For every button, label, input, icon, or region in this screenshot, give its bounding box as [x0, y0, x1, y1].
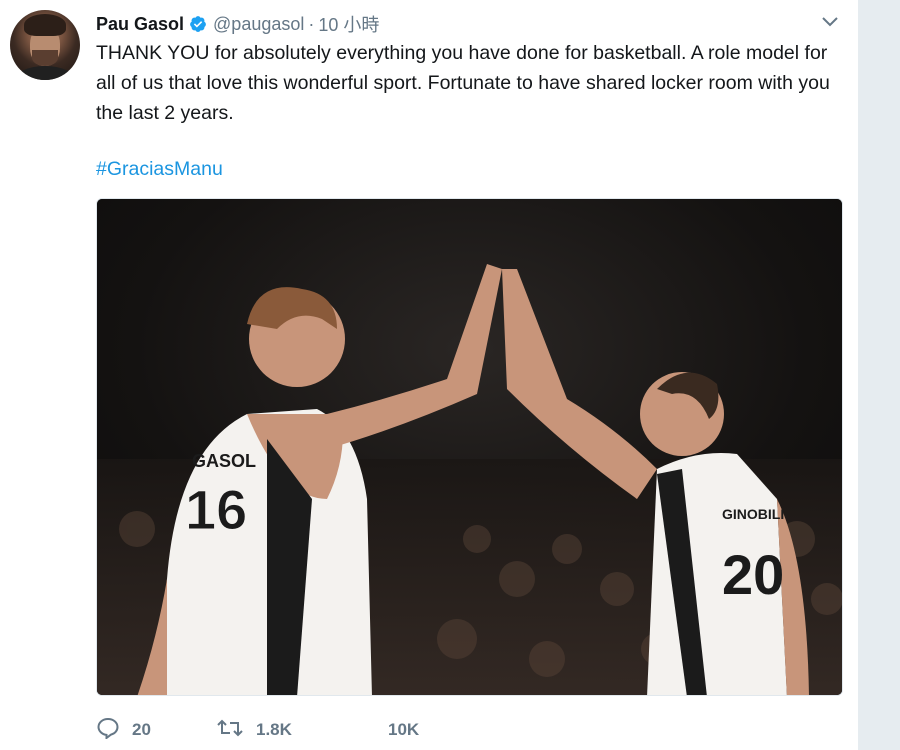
verified-badge-icon — [189, 15, 207, 33]
jersey-right-name: GINOBILI — [722, 506, 784, 522]
tweet-actions: 20 1.8K 10K — [96, 712, 496, 748]
reply-button[interactable]: 20 — [96, 717, 216, 744]
retweet-count: 1.8K — [256, 720, 292, 739]
separator: · — [308, 13, 315, 34]
handle[interactable]: @paugasol — [213, 14, 304, 35]
jersey-left-number: 16 — [185, 478, 247, 541]
speech-bubble-icon — [96, 717, 120, 744]
like-button[interactable]: 10K — [376, 720, 496, 740]
jersey-right-number: 20 — [722, 543, 784, 606]
retweet-button[interactable]: 1.8K — [216, 717, 376, 744]
tweet-photo[interactable]: GASOL 16 GINOBILI 20 — [96, 198, 843, 696]
tweet-card: Pau Gasol @paugasol · 10 小時 THANK YOU fo… — [0, 0, 858, 750]
timestamp[interactable]: 10 小時 — [318, 11, 379, 37]
display-name[interactable]: Pau Gasol — [96, 14, 184, 35]
jersey-left-name: GASOL — [192, 451, 256, 471]
chevron-down-icon[interactable] — [820, 14, 840, 30]
reply-count: 20 — [132, 720, 151, 739]
avatar[interactable] — [10, 10, 80, 80]
tweet-text: THANK YOU for absolutely everything you … — [96, 42, 830, 124]
tweet-header: Pau Gasol @paugasol · 10 小時 — [96, 12, 379, 36]
like-count: 10K — [388, 720, 420, 739]
right-gutter — [858, 0, 900, 750]
hashtag-link[interactable]: #GraciasManu — [96, 154, 223, 184]
retweet-arrows-icon — [216, 717, 244, 744]
